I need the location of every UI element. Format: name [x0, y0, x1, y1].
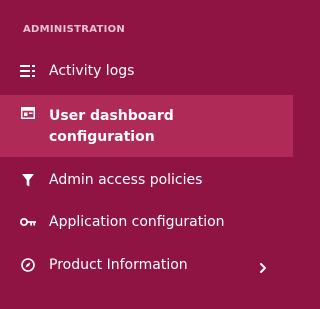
sidebar-item-label: User dashboard configuration — [49, 108, 174, 145]
sidebar-item-label: Application configuration — [49, 214, 225, 230]
compass-icon — [20, 257, 36, 273]
sidebar-item-activity-logs[interactable]: Activity logs — [0, 57, 293, 87]
sidebar-item-user-dashboard-configuration[interactable]: User dashboard configuration — [0, 95, 293, 157]
chevron-right-icon — [258, 260, 268, 274]
section-heading-administration: ADMINISTRATION — [23, 24, 126, 35]
dashboard-icon — [20, 105, 36, 121]
sidebar-item-admin-access-policies[interactable]: Admin access policies — [0, 166, 293, 196]
sidebar-item-label: Activity logs — [49, 63, 135, 79]
sidebar: ADMINISTRATION Activity logs User dashbo… — [0, 0, 293, 309]
sidebar-item-application-configuration[interactable]: Application configuration — [0, 208, 293, 238]
sidebar-item-label: Admin access policies — [49, 172, 203, 188]
list-icon — [20, 63, 36, 79]
key-icon — [20, 214, 36, 230]
sidebar-item-product-information[interactable]: Product Information — [0, 251, 293, 281]
filter-icon — [20, 172, 36, 188]
sidebar-item-label: Product Information — [49, 257, 188, 273]
